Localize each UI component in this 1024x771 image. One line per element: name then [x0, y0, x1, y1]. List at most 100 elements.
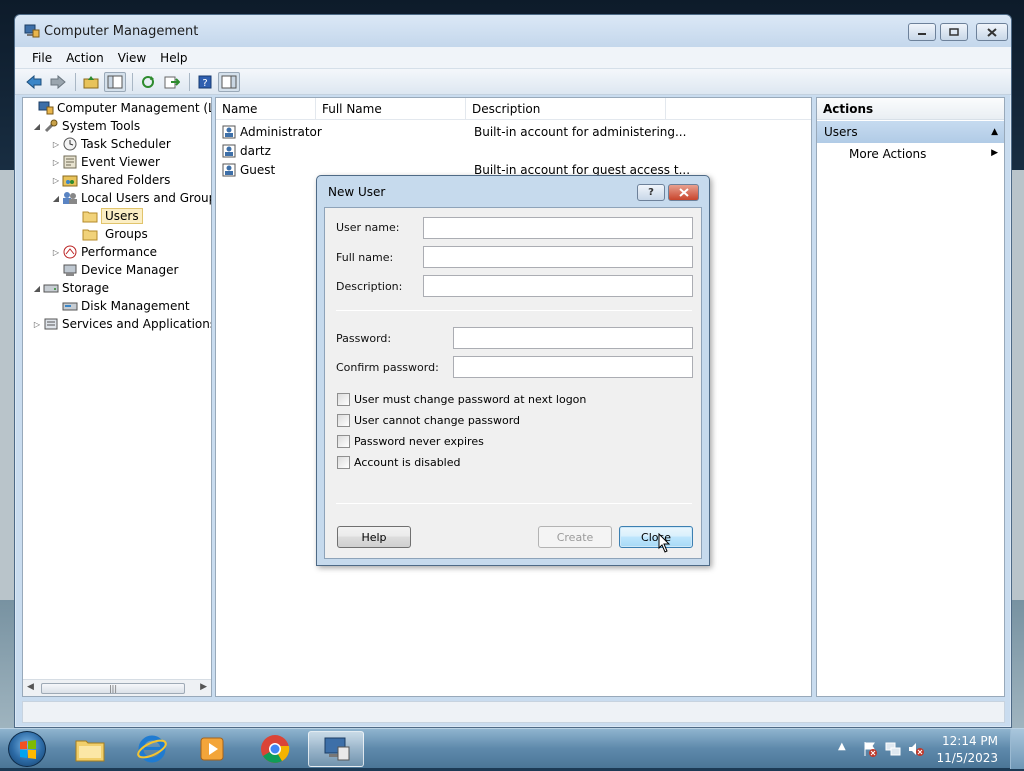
- collapsed-arrow-icon[interactable]: ▷: [50, 176, 62, 185]
- actions-section-users[interactable]: Users ▲: [817, 121, 1004, 143]
- password-never-expires-checkbox[interactable]: Password never expires: [337, 435, 484, 448]
- computer-management-icon: [38, 101, 54, 115]
- full-name-input[interactable]: [423, 246, 693, 268]
- dialog-close-x-button[interactable]: [668, 184, 699, 201]
- collapsed-arrow-icon[interactable]: ▷: [31, 320, 43, 329]
- checkbox-box[interactable]: [337, 393, 350, 406]
- clock-date[interactable]: 11/5/2023: [936, 751, 998, 765]
- forward-arrow-icon: [50, 74, 66, 89]
- system-tray: ▲ 12:14 PM 11/5/2023: [834, 729, 1024, 769]
- list-item[interactable]: Guest Built-in account for guest access …: [222, 161, 690, 179]
- full-name-label: Full name:: [336, 251, 394, 264]
- taskbar-chrome[interactable]: [247, 731, 303, 767]
- list-item[interactable]: dartz: [222, 142, 271, 160]
- tree-item-disk-management[interactable]: Disk Management: [62, 297, 190, 315]
- create-button[interactable]: Create: [538, 526, 612, 548]
- tree-item-performance[interactable]: ▷ Performance: [50, 243, 157, 261]
- console-tree: Computer Management (Local ◢ System Tool…: [22, 97, 212, 697]
- tree-item-storage[interactable]: ◢ Storage: [31, 279, 109, 297]
- tree-item-shared-folders[interactable]: ▷ Shared Folders: [50, 171, 170, 189]
- show-desktop-button[interactable]: [1010, 729, 1024, 769]
- show-hide-action-pane-button[interactable]: [218, 71, 240, 92]
- event-viewer-icon: [63, 155, 77, 169]
- scroll-left-icon[interactable]: ◀: [27, 682, 34, 692]
- user-name-input[interactable]: [423, 217, 693, 239]
- column-header-full-name[interactable]: Full Name: [316, 98, 466, 120]
- expanded-arrow-icon[interactable]: ◢: [31, 122, 43, 131]
- description-input[interactable]: [423, 275, 693, 297]
- desktop-wallpaper-strip: [0, 170, 14, 600]
- internet-explorer-icon: [137, 735, 167, 763]
- clock-time[interactable]: 12:14 PM: [942, 734, 998, 748]
- help-button[interactable]: Help: [337, 526, 411, 548]
- checkbox-box[interactable]: [337, 414, 350, 427]
- taskbar-computer-management[interactable]: [308, 731, 364, 767]
- folder-icon: [82, 229, 98, 241]
- toolbar: ?: [15, 69, 1011, 95]
- forward-button[interactable]: [47, 72, 69, 92]
- performance-icon: [63, 245, 77, 259]
- export-list-button[interactable]: [161, 72, 183, 92]
- show-hide-console-tree-button[interactable]: [104, 71, 126, 92]
- users-groups-icon: [63, 192, 77, 204]
- tree-item-users[interactable]: Users: [82, 207, 143, 225]
- tree-item-system-tools[interactable]: ◢ System Tools: [31, 117, 140, 135]
- action-center-icon[interactable]: [862, 741, 878, 757]
- tree-horizontal-scrollbar[interactable]: ◀ ||| ▶: [23, 679, 211, 696]
- taskbar-internet-explorer[interactable]: [124, 731, 180, 767]
- column-header-name[interactable]: Name: [216, 98, 316, 120]
- must-change-password-checkbox[interactable]: User must change password at next logon: [337, 393, 586, 406]
- maximize-button[interactable]: [940, 23, 968, 41]
- expanded-arrow-icon[interactable]: ◢: [31, 284, 43, 293]
- scroll-right-icon[interactable]: ▶: [200, 682, 207, 692]
- checkbox-box[interactable]: [337, 435, 350, 448]
- close-window-button[interactable]: [976, 23, 1008, 41]
- taskbar-file-explorer[interactable]: [62, 731, 118, 767]
- collapse-up-icon[interactable]: ▲: [991, 121, 998, 143]
- collapsed-arrow-icon[interactable]: ▷: [50, 158, 62, 167]
- volume-muted-icon[interactable]: [908, 741, 924, 757]
- menu-file[interactable]: File: [25, 51, 59, 65]
- expanded-arrow-icon[interactable]: ◢: [50, 194, 62, 203]
- taskbar: ▲ 12:14 PM 11/5/2023: [0, 728, 1024, 769]
- up-one-level-button[interactable]: [80, 72, 102, 92]
- collapsed-arrow-icon[interactable]: ▷: [50, 140, 62, 149]
- start-button[interactable]: [8, 731, 46, 767]
- scrollbar-thumb[interactable]: |||: [41, 683, 185, 694]
- dialog-title: New User: [328, 185, 386, 199]
- dialog-help-title-button[interactable]: ?: [637, 184, 665, 201]
- tree-item-groups[interactable]: Groups: [82, 225, 148, 243]
- windows-logo-icon: [20, 740, 36, 759]
- password-input[interactable]: [453, 327, 693, 349]
- account-disabled-checkbox[interactable]: Account is disabled: [337, 456, 461, 469]
- minimize-button[interactable]: [908, 23, 936, 41]
- password-label: Password:: [336, 332, 392, 345]
- confirm-password-label: Confirm password:: [336, 361, 439, 374]
- tree-item-event-viewer[interactable]: ▷ Event Viewer: [50, 153, 160, 171]
- confirm-password-input[interactable]: [453, 356, 693, 378]
- collapsed-arrow-icon[interactable]: ▷: [50, 248, 62, 257]
- network-icon[interactable]: [885, 741, 901, 757]
- title-bar[interactable]: Computer Management: [15, 15, 1011, 47]
- cannot-change-password-checkbox[interactable]: User cannot change password: [337, 414, 520, 427]
- column-header-description[interactable]: Description: [466, 98, 666, 120]
- help-toolbar-button[interactable]: ?: [194, 72, 216, 92]
- tree-item-local-users-and-groups[interactable]: ◢ Local Users and Groups: [50, 189, 211, 207]
- taskbar-media-player[interactable]: [184, 731, 240, 767]
- media-player-icon: [200, 737, 224, 761]
- tree-item-services-and-applications[interactable]: ▷ Services and Applications: [31, 315, 211, 333]
- back-button[interactable]: [23, 72, 45, 92]
- close-icon: [678, 188, 689, 197]
- show-hidden-icons-icon[interactable]: ▲: [838, 741, 854, 757]
- refresh-button[interactable]: [137, 72, 159, 92]
- menu-view[interactable]: View: [111, 51, 153, 65]
- checkbox-box[interactable]: [337, 456, 350, 469]
- tree-item-device-manager[interactable]: Device Manager: [62, 261, 178, 279]
- menu-action[interactable]: Action: [59, 51, 111, 65]
- more-actions-item[interactable]: More Actions: [849, 147, 926, 161]
- tree-item-task-scheduler[interactable]: ▷ Task Scheduler: [50, 135, 171, 153]
- tree-item-computer-management[interactable]: Computer Management (Local: [26, 99, 211, 117]
- close-button[interactable]: Close: [619, 526, 693, 548]
- menu-help[interactable]: Help: [153, 51, 194, 65]
- list-item[interactable]: Administrator Built-in account for admin…: [222, 123, 686, 141]
